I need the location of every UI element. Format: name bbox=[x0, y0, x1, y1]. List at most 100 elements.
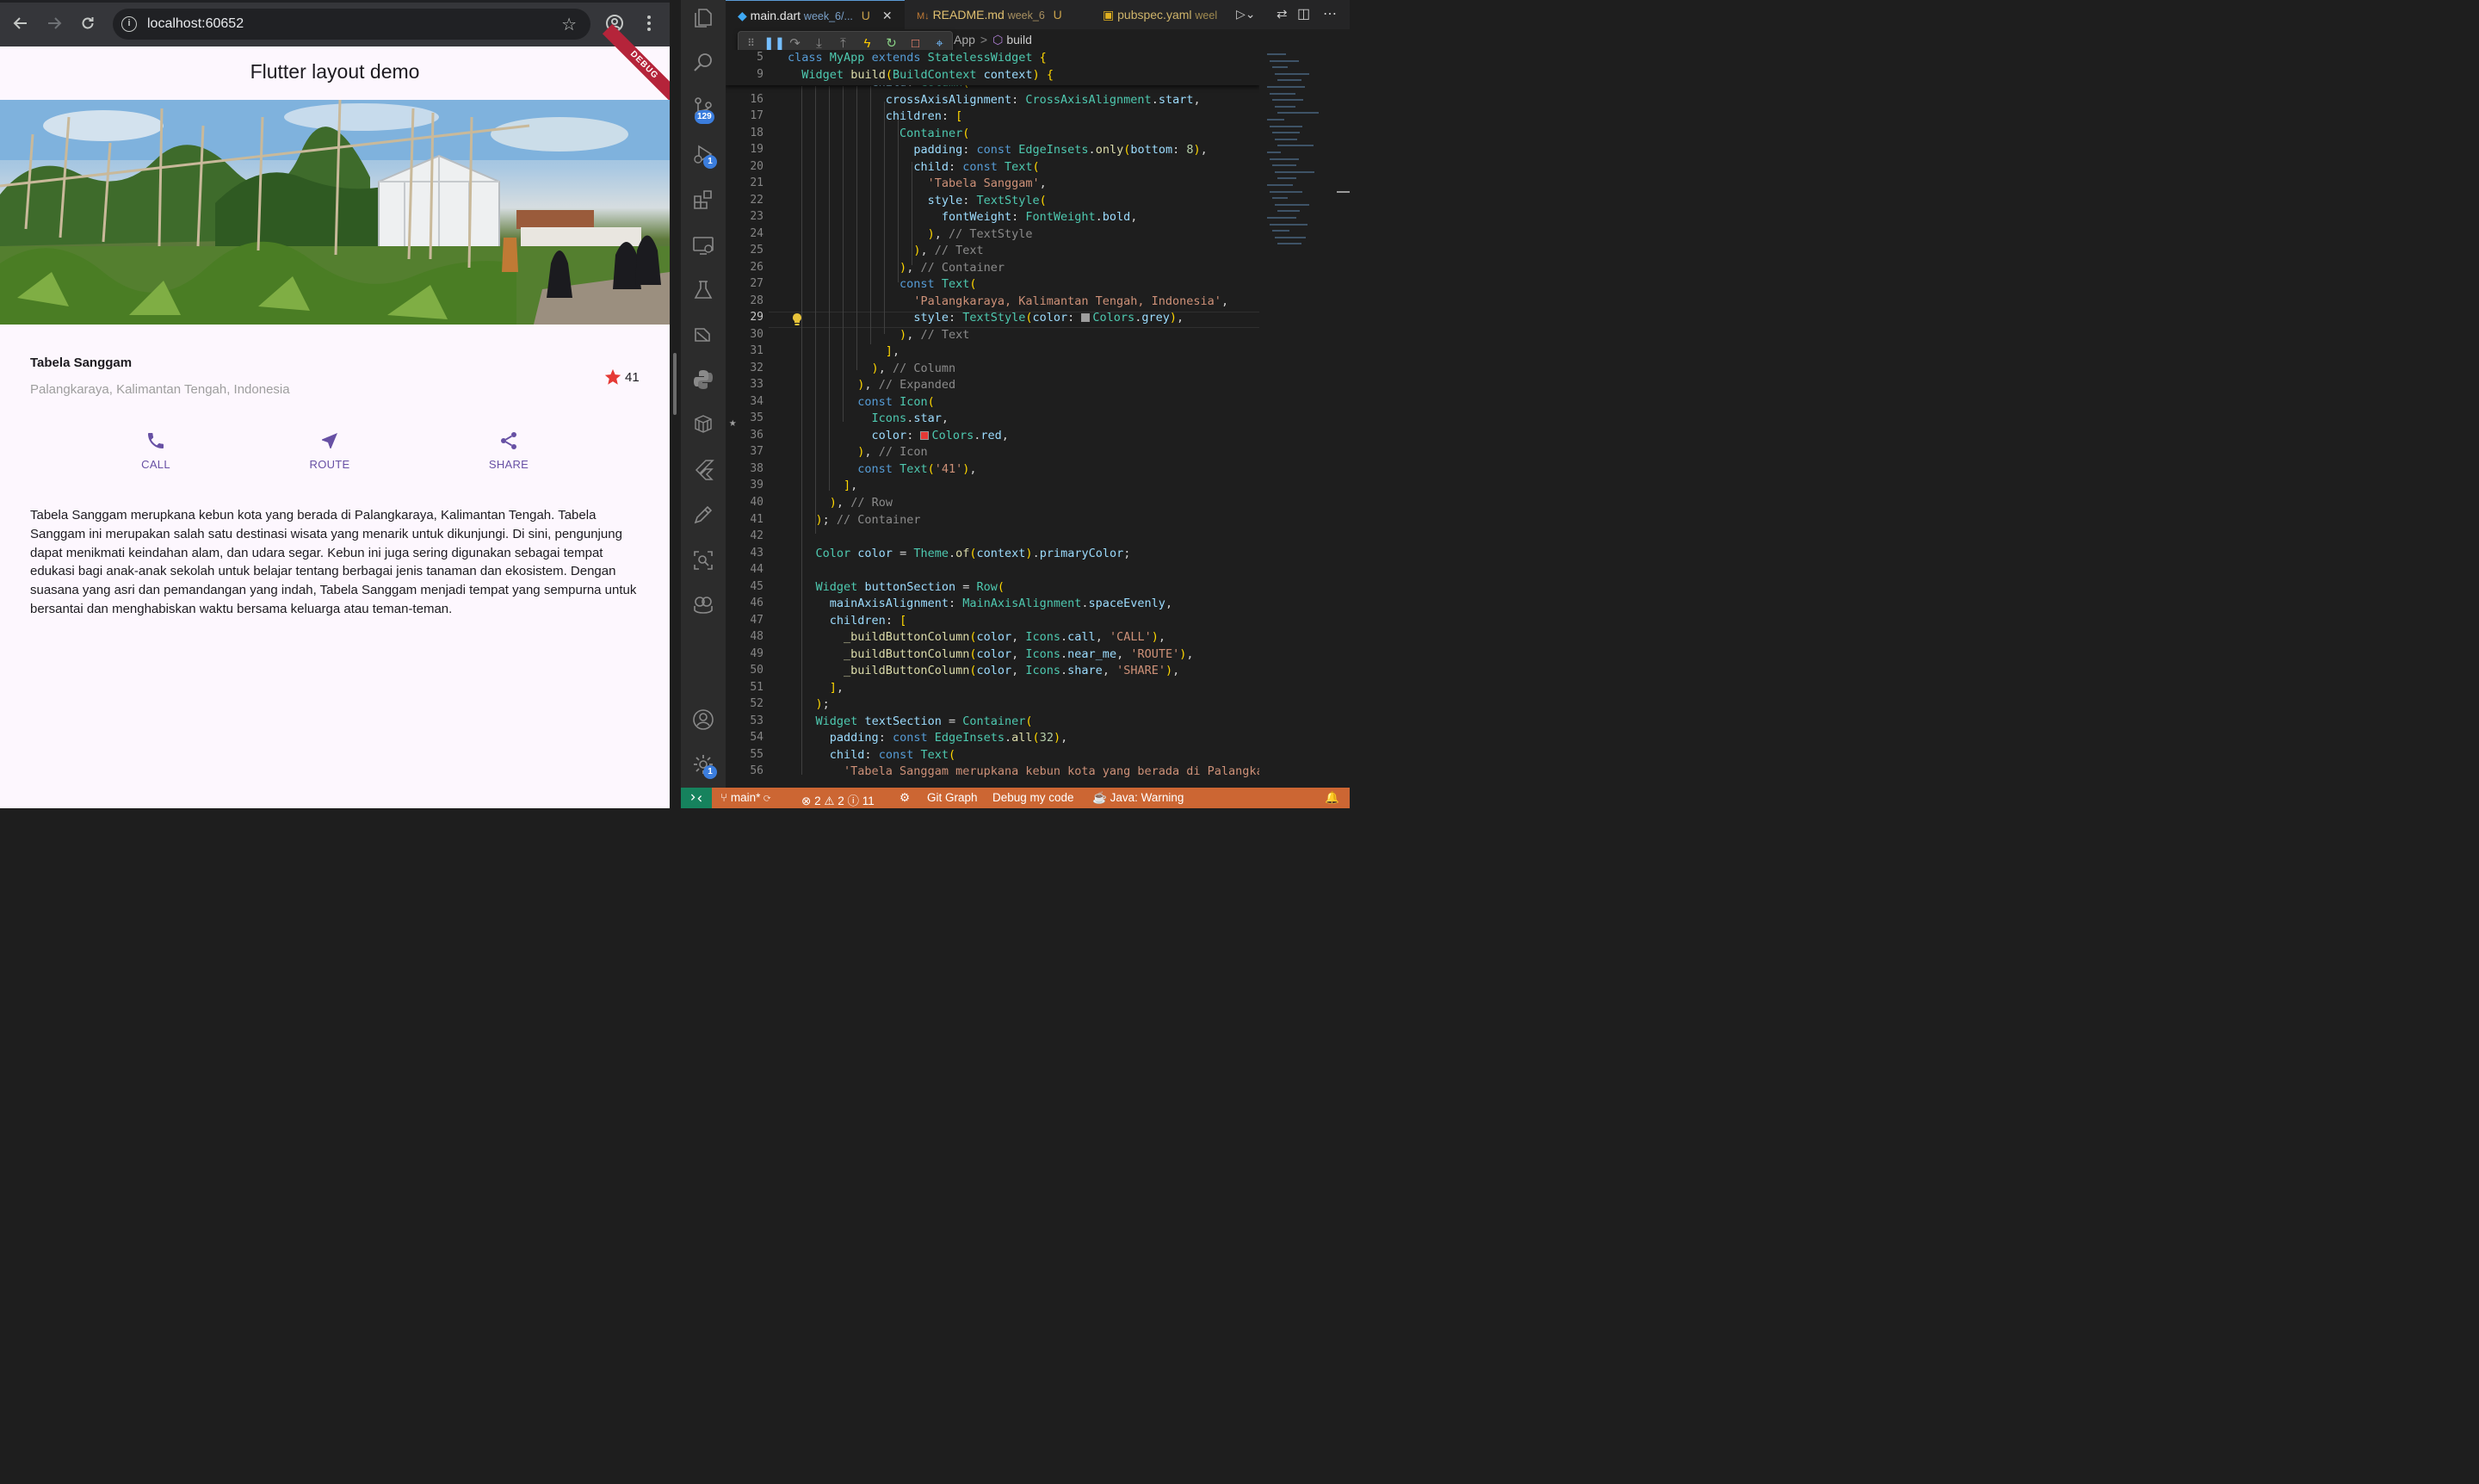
code-editor[interactable]: 15 child: Column(16 crossAxisAlignment: … bbox=[726, 50, 1259, 788]
code-line[interactable]: ), // Text bbox=[788, 328, 969, 342]
reload-icon[interactable] bbox=[77, 13, 98, 34]
code-line[interactable]: ), // Text bbox=[788, 244, 983, 257]
url-text[interactable]: localhost:60652 bbox=[147, 16, 244, 32]
python-icon[interactable] bbox=[692, 368, 714, 391]
code-line[interactable]: Icons.star, bbox=[788, 411, 949, 425]
code-line[interactable]: ); bbox=[788, 697, 830, 711]
code-line[interactable]: children: [ bbox=[788, 614, 906, 628]
kebab-menu-icon[interactable] bbox=[639, 13, 659, 34]
bookmark-star-gutter-icon[interactable]: ★ bbox=[729, 416, 736, 430]
code-line[interactable]: ), // Column bbox=[788, 362, 956, 375]
notifications-bell-icon[interactable]: 🔔 bbox=[1325, 791, 1339, 805]
back-arrow-icon[interactable] bbox=[10, 13, 31, 34]
code-line[interactable]: ), // Icon bbox=[788, 445, 927, 459]
more-actions-icon[interactable]: ⋯ bbox=[1323, 5, 1337, 22]
code-line[interactable]: _buildButtonColumn(color, Icons.call, 'C… bbox=[788, 630, 1165, 644]
code-line[interactable]: Widget textSection = Container( bbox=[788, 714, 1033, 728]
code-line[interactable]: ), // Expanded bbox=[788, 378, 955, 392]
account-icon[interactable] bbox=[692, 708, 714, 731]
pause-icon[interactable]: ❚❚ bbox=[763, 36, 785, 51]
search-icon[interactable] bbox=[692, 52, 714, 74]
sticky-code-line[interactable]: class MyApp extends StatelessWidget { bbox=[788, 51, 1047, 65]
code-line[interactable]: fontWeight: FontWeight.bold, bbox=[788, 210, 1138, 224]
tab-main-dart[interactable]: ◆ main.dart week_6/... U ✕ bbox=[726, 0, 905, 29]
code-line[interactable]: Container( bbox=[788, 127, 969, 140]
code-line[interactable]: 'Palangkaraya, Kalimantan Tengah, Indone… bbox=[788, 294, 1228, 308]
sticky-code-line[interactable]: Widget build(BuildContext context) { bbox=[788, 68, 1054, 82]
flutter-icon[interactable] bbox=[692, 458, 714, 480]
bookmark-star-icon[interactable]: ☆ bbox=[561, 14, 577, 35]
code-line[interactable]: const Text( bbox=[788, 277, 976, 291]
minimap[interactable] bbox=[1264, 50, 1338, 788]
code-line[interactable]: crossAxisAlignment: CrossAxisAlignment.s… bbox=[788, 93, 1201, 107]
code-line[interactable]: 'Tabela Sanggam', bbox=[788, 176, 1047, 190]
code-line[interactable]: ], bbox=[788, 479, 857, 492]
forward-arrow-icon[interactable] bbox=[44, 13, 65, 34]
line-number: 39 bbox=[750, 479, 763, 492]
code-line[interactable]: ); // Container bbox=[788, 513, 921, 527]
step-out-icon[interactable]: ⤒ bbox=[836, 36, 850, 51]
copilot-icon[interactable] bbox=[692, 594, 714, 616]
code-line[interactable]: 'Tabela Sanggam merupkana kebun kota yan… bbox=[788, 764, 1259, 778]
close-tab-icon[interactable]: ✕ bbox=[882, 9, 893, 22]
problems-indicator[interactable]: ⊗ 2 ⚠ 2 ⓘ 11 bbox=[801, 791, 875, 808]
drag-handle-icon[interactable]: ⠿ bbox=[744, 36, 758, 51]
testing-flask-icon[interactable] bbox=[692, 279, 714, 301]
code-line[interactable]: child: const Text( bbox=[788, 160, 1039, 174]
split-editor-icon[interactable]: ◫ bbox=[1297, 5, 1310, 22]
step-into-icon[interactable]: ⤓ bbox=[812, 36, 826, 51]
code-line[interactable]: Color color = Theme.of(context).primaryC… bbox=[788, 547, 1131, 560]
code-line[interactable]: ), // Row bbox=[788, 496, 893, 510]
tab-readme[interactable]: M↓ README.md week_6 U bbox=[905, 0, 1089, 29]
call-button[interactable]: CALL bbox=[113, 430, 199, 471]
route-button[interactable]: ROUTE bbox=[287, 430, 373, 471]
address-bar[interactable]: i localhost:60652 ☆ bbox=[113, 9, 590, 40]
code-line[interactable]: padding: const EdgeInsets.all(32), bbox=[788, 731, 1067, 745]
code-line[interactable]: mainAxisAlignment: MainAxisAlignment.spa… bbox=[788, 597, 1172, 610]
notebook-icon[interactable] bbox=[692, 324, 714, 346]
share-button[interactable]: SHARE bbox=[466, 430, 552, 471]
restart-icon[interactable]: ↻ bbox=[884, 36, 899, 51]
compare-changes-icon[interactable]: ⇄ bbox=[1277, 6, 1288, 22]
code-line[interactable]: const Icon( bbox=[788, 395, 934, 409]
code-line[interactable]: ), // TextStyle bbox=[788, 227, 1033, 241]
pane-splitter-handle[interactable] bbox=[673, 353, 677, 415]
tab-pubspec[interactable]: ▣ pubspec.yaml weel bbox=[1089, 0, 1230, 29]
code-line[interactable]: style: TextStyle( bbox=[788, 194, 1047, 207]
code-line[interactable]: ], bbox=[788, 344, 899, 358]
remote-explorer-icon[interactable] bbox=[692, 234, 714, 257]
containers-icon[interactable] bbox=[692, 413, 714, 436]
java-status[interactable]: ☕ Java: Warning bbox=[1092, 791, 1184, 805]
debug-config-button[interactable]: Debug my code bbox=[992, 791, 1074, 804]
code-line[interactable]: Widget buttonSection = Row( bbox=[788, 580, 1005, 594]
code-line[interactable]: style: TextStyle(color: Colors.grey), bbox=[788, 311, 1184, 325]
site-info-icon[interactable]: i bbox=[121, 16, 137, 32]
git-graph-button[interactable]: Git Graph bbox=[927, 791, 978, 804]
code-line[interactable]: children: [ bbox=[788, 109, 962, 123]
code-line[interactable]: padding: const EdgeInsets.only(bottom: 8… bbox=[788, 143, 1208, 157]
lightbulb-icon[interactable] bbox=[791, 312, 803, 326]
branch-indicator[interactable]: ⑂ main* ⟳ bbox=[720, 791, 770, 804]
scrollbar-marker[interactable] bbox=[1337, 191, 1350, 193]
remote-indicator[interactable] bbox=[681, 788, 712, 808]
stop-icon[interactable]: □ bbox=[908, 36, 923, 51]
inspect-widget-icon[interactable]: ⌖ bbox=[932, 36, 947, 51]
code-line[interactable]: _buildButtonColumn(color, Icons.share, '… bbox=[788, 664, 1179, 677]
code-line[interactable]: ), // Container bbox=[788, 261, 1005, 275]
breadcrumb-current[interactable]: build bbox=[1006, 33, 1032, 46]
hot-reload-icon[interactable]: ϟ bbox=[860, 36, 875, 51]
code-line[interactable]: color: Colors.red, bbox=[788, 429, 1009, 442]
code-line[interactable]: ], bbox=[788, 681, 844, 695]
scan-icon[interactable] bbox=[692, 549, 714, 572]
debug-launch-icon[interactable]: ⚙ bbox=[899, 791, 910, 805]
run-dropdown-icon[interactable]: ▷⌄ bbox=[1236, 7, 1256, 22]
sticky-scroll-header[interactable]: 5 class MyApp extends StatelessWidget {9 … bbox=[726, 50, 1259, 85]
code-line[interactable]: _buildButtonColumn(color, Icons.near_me,… bbox=[788, 647, 1194, 661]
extensions-icon[interactable] bbox=[692, 189, 714, 211]
code-line[interactable]: child: const Text( bbox=[788, 748, 955, 762]
edit-pencil-icon[interactable] bbox=[692, 504, 714, 526]
step-over-icon[interactable]: ↷ bbox=[788, 36, 802, 51]
code-line[interactable]: const Text('41'), bbox=[788, 462, 976, 476]
explorer-icon[interactable] bbox=[692, 7, 714, 29]
breadcrumb-parent[interactable]: App bbox=[954, 33, 975, 46]
